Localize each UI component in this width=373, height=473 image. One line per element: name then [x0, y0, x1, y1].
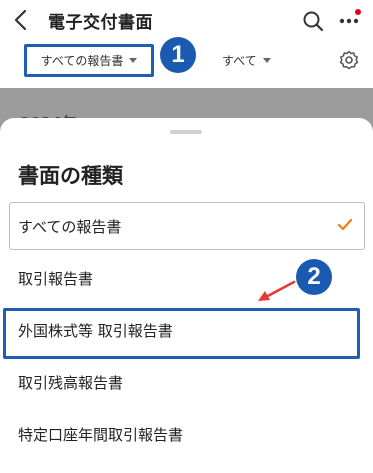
option-annual-specific-account-report[interactable]: 特定口座年間取引報告書 — [0, 410, 373, 458]
report-type-filter-label: すべての報告書 — [40, 54, 124, 68]
red-arrow-icon — [258, 280, 296, 301]
search-icon[interactable] — [302, 10, 324, 32]
report-type-filter-button[interactable]: すべての報告書 — [24, 44, 154, 77]
more-dots-icon[interactable] — [339, 18, 359, 24]
sheet-drag-handle[interactable] — [170, 130, 202, 134]
gear-icon[interactable] — [339, 50, 359, 70]
sheet-title: 書面の種類 — [18, 164, 123, 188]
option-balance-report[interactable]: 取引残高報告書 — [0, 358, 373, 406]
checkmark-icon — [337, 218, 353, 231]
option-label: 特定口座年間取引報告書 — [18, 425, 184, 444]
annotation-badge-2: 2 — [296, 259, 332, 295]
option-all-reports[interactable]: すべての報告書 — [0, 202, 373, 250]
option-label: 取引報告書 — [18, 269, 94, 288]
option-label: 外国株式等 取引報告書 — [18, 321, 173, 340]
caret-down-icon — [262, 58, 271, 63]
bottom-sheet: 書面の種類 すべての報告書 取引報告書 外国株式等 取引報告書 取引残高報告書 … — [0, 118, 373, 473]
chevron-left-icon[interactable] — [12, 9, 30, 31]
app-header: 電子交付書面 — [0, 0, 373, 44]
option-label: 取引残高報告書 — [18, 373, 124, 392]
account-filter-button[interactable]: すべて — [222, 52, 271, 69]
option-label: すべての報告書 — [18, 217, 122, 236]
option-foreign-stock-trade-report[interactable]: 外国株式等 取引報告書 — [0, 306, 373, 359]
page-title: 電子交付書面 — [48, 13, 153, 33]
notification-dot — [355, 9, 361, 15]
caret-down-icon — [129, 58, 138, 63]
account-filter-label: すべて — [222, 54, 257, 68]
annotation-badge-1: 1 — [160, 37, 196, 73]
